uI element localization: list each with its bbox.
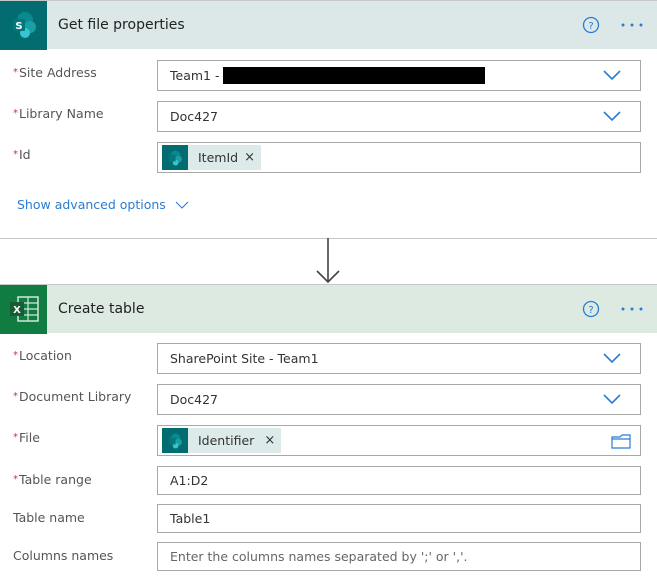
sharepoint-icon: S — [0, 0, 47, 50]
chevron-down-icon — [603, 394, 621, 405]
columns-names-placeholder: Enter the columns names separated by ';'… — [170, 549, 468, 564]
library-name-dropdown[interactable]: Doc427 — [157, 101, 641, 132]
card-header[interactable]: X Create table — [0, 284, 657, 334]
flow-arrow-down-icon — [316, 238, 340, 284]
card-title: Get file properties — [58, 17, 185, 33]
chevron-down-icon — [603, 70, 621, 81]
help-circle-icon: ? — [582, 16, 600, 33]
svg-text:X: X — [13, 305, 21, 316]
id-label: *Id — [13, 147, 31, 162]
help-circle-icon: ? — [582, 300, 600, 317]
excel-icon: X — [0, 284, 47, 334]
token-label: Identifier — [198, 433, 255, 448]
table-name-label: Table name — [13, 510, 85, 525]
file-label: *File — [13, 430, 40, 445]
help-button[interactable]: ? — [578, 284, 604, 333]
action-card-get-file-properties: S Get file properties ? *Site Address Te… — [0, 0, 657, 238]
document-library-dropdown[interactable]: Doc427 — [157, 384, 641, 415]
columns-names-label: Columns names — [13, 548, 114, 563]
dynamic-content-token[interactable]: Identifier × — [162, 428, 282, 453]
chevron-down-icon — [603, 111, 621, 122]
sharepoint-icon — [162, 145, 188, 170]
chevron-down-icon — [175, 201, 189, 209]
columns-names-input[interactable]: Enter the columns names separated by ';'… — [157, 542, 641, 571]
chevron-down-icon — [603, 353, 621, 364]
sharepoint-icon — [162, 428, 188, 453]
help-button[interactable]: ? — [578, 0, 604, 49]
svg-text:?: ? — [588, 305, 593, 316]
svg-text:?: ? — [588, 21, 593, 32]
table-name-input[interactable]: Table1 — [157, 504, 641, 533]
site-address-dropdown[interactable]: Team1 - — [157, 60, 641, 91]
card-header[interactable]: S Get file properties — [0, 0, 657, 50]
id-field[interactable]: ItemId × — [157, 142, 641, 173]
show-advanced-options-link[interactable]: Show advanced options — [17, 197, 189, 212]
location-label: *Location — [13, 348, 72, 363]
action-card-create-table: X Create table ? *Location SharePoint Si… — [0, 284, 657, 587]
file-picker-field[interactable]: Identifier × — [157, 425, 641, 456]
table-range-input[interactable]: A1:D2 — [157, 466, 641, 495]
table-range-label: *Table range — [13, 472, 92, 487]
library-name-label: *Library Name — [13, 106, 104, 121]
site-address-label: *Site Address — [13, 65, 97, 80]
document-library-label: *Document Library — [13, 389, 132, 404]
card-title: Create table — [58, 301, 145, 317]
folder-icon[interactable] — [611, 434, 631, 449]
svg-text:S: S — [15, 21, 22, 32]
token-label: ItemId — [198, 150, 239, 165]
location-dropdown[interactable]: SharePoint Site - Team1 — [157, 343, 641, 374]
more-options-button[interactable] — [618, 284, 646, 333]
more-options-button[interactable] — [618, 0, 646, 49]
remove-token-icon[interactable]: × — [244, 150, 255, 165]
remove-token-icon[interactable]: × — [264, 433, 275, 448]
redacted-block — [223, 67, 486, 84]
dynamic-content-token[interactable]: ItemId × — [162, 145, 261, 170]
more-ellipsis-icon — [621, 307, 643, 310]
more-ellipsis-icon — [621, 23, 643, 26]
